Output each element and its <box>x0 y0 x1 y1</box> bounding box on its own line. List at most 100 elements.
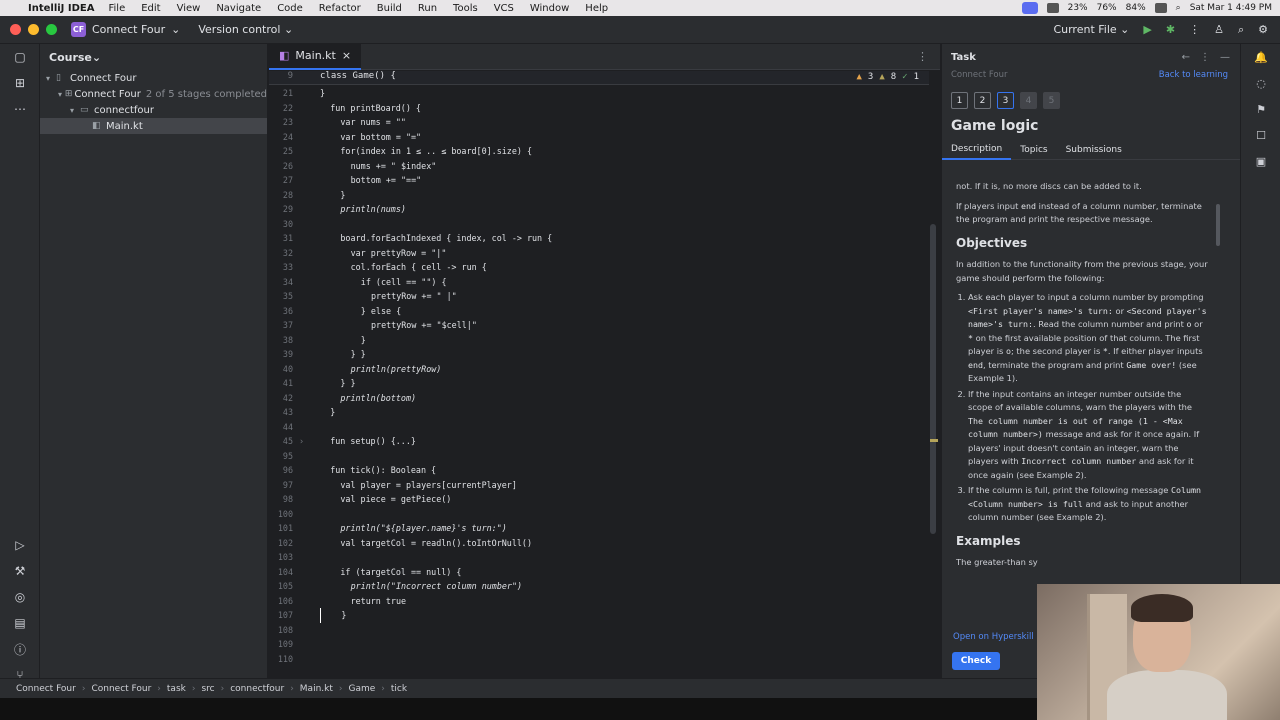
breadcrumb-item[interactable]: tick <box>391 684 407 694</box>
tab-description[interactable]: Description <box>942 140 1012 160</box>
code-line[interactable]: 109 <box>269 637 929 652</box>
code-line[interactable]: 98 val piece = getPiece() <box>269 492 929 507</box>
build-tool-icon[interactable]: ⚒ <box>0 558 40 584</box>
project-selector[interactable]: CF Connect Four ⌄ <box>71 22 180 37</box>
stage-1-button[interactable]: 1 <box>951 92 968 109</box>
more-icon[interactable]: ⋮ <box>1200 52 1210 63</box>
search-icon[interactable]: ⌕ <box>1176 3 1181 13</box>
breadcrumb-item[interactable]: task <box>167 684 186 694</box>
breadcrumb-item[interactable]: Connect Four <box>91 684 151 694</box>
search-everywhere-icon[interactable]: ⌕ <box>1238 23 1244 37</box>
code-line[interactable]: 100 <box>269 507 929 522</box>
code-line[interactable]: 45 fun setup() {...} › <box>269 434 929 449</box>
tree-item-package[interactable]: ▾ ▭ connectfour <box>40 102 267 118</box>
problems-icon[interactable]: ⓘ <box>0 636 40 662</box>
breadcrumb-item[interactable]: src <box>201 684 214 694</box>
code-line[interactable]: 36} else { <box>269 304 929 319</box>
code-line[interactable]: 103 <box>269 550 929 565</box>
tab-submissions[interactable]: Submissions <box>1057 140 1131 160</box>
menu-navigate[interactable]: Navigate <box>216 3 261 14</box>
code-line[interactable]: 21} <box>269 86 929 101</box>
menu-file[interactable]: File <box>108 3 125 14</box>
code-line[interactable]: 106 return true <box>269 594 929 609</box>
code-line[interactable]: 107} <box>269 608 929 623</box>
services-icon[interactable]: ◎ <box>0 584 40 610</box>
menu-tools[interactable]: Tools <box>453 3 478 14</box>
zoom-window-button[interactable] <box>46 24 57 35</box>
tab-main-kt[interactable]: ◧ Main.kt × <box>269 43 362 70</box>
code-line[interactable]: 30 <box>269 217 929 232</box>
code-line[interactable]: 102 val targetCol = readln().toIntOrNull(… <box>269 536 929 551</box>
code-line[interactable]: 24 var bottom = "=" <box>269 130 929 145</box>
code-line[interactable]: 22 fun printBoard() { <box>269 101 929 116</box>
code-line[interactable]: 42 println(bottom) <box>269 391 929 406</box>
code-line[interactable]: 27 bottom += "==" <box>269 173 929 188</box>
more-tabs-icon[interactable]: ⋮ <box>917 50 928 63</box>
structure-icon[interactable]: ⊞ <box>0 70 40 96</box>
minimize-icon[interactable]: — <box>1220 52 1230 63</box>
code-line[interactable]: 37 prettyRow += "$cell|" <box>269 318 929 333</box>
menu-code[interactable]: Code <box>277 3 303 14</box>
menu-window[interactable]: Window <box>530 3 569 14</box>
open-on-hyperskill-link[interactable]: Open on Hyperskill ↗ <box>953 632 1044 642</box>
run-icon[interactable]: ▶ <box>1143 23 1151 36</box>
breadcrumb-item[interactable]: Connect Four <box>16 684 76 694</box>
code-line[interactable]: 26 nums += " $index" <box>269 159 929 174</box>
status-icon[interactable] <box>1046 3 1059 13</box>
run-tool-icon[interactable]: ▷ <box>0 532 40 558</box>
code-line[interactable]: 28} <box>269 188 929 203</box>
settings-icon[interactable]: ⚙ <box>1258 23 1268 36</box>
stage-2-button[interactable]: 2 <box>974 92 991 109</box>
code-line[interactable]: 38} <box>269 333 929 348</box>
fold-expand-icon[interactable]: › <box>299 434 304 449</box>
back-arrow-icon[interactable]: ← <box>1182 52 1190 63</box>
run-config-selector[interactable]: Current File ⌄ <box>1053 23 1129 36</box>
menu-edit[interactable]: Edit <box>141 3 160 14</box>
code-line[interactable]: 33 col.forEach { cell -> run { <box>269 260 929 275</box>
stage-3-button[interactable]: 3 <box>997 92 1014 109</box>
code-line[interactable]: 95 <box>269 449 929 464</box>
code-line[interactable]: 44 <box>269 420 929 435</box>
code-line[interactable]: 110 <box>269 652 929 667</box>
debug-icon[interactable]: ✱ <box>1166 23 1175 36</box>
code-line[interactable]: 108 <box>269 623 929 638</box>
code-line[interactable]: 35 prettyRow += " |" <box>269 289 929 304</box>
menu-run[interactable]: Run <box>418 3 437 14</box>
code-lines[interactable]: 21} 22 fun printBoard() {23 var nums = "" 24… <box>269 86 929 666</box>
code-line[interactable]: 34 if (cell == "") { <box>269 275 929 290</box>
code-line[interactable]: 32 var prettyRow = "|" <box>269 246 929 261</box>
course-panel-header[interactable]: Course ⌄ <box>40 44 267 70</box>
project-view-icon[interactable]: ▢ <box>0 44 40 70</box>
vcs-selector[interactable]: Version control ⌄ <box>198 23 293 36</box>
code-line[interactable]: 41} } <box>269 376 929 391</box>
stage-4-button[interactable]: 4 <box>1020 92 1037 109</box>
terminal-icon[interactable]: ▤ <box>0 610 40 636</box>
code-line[interactable]: 31 board.forEachIndexed { index, col -> r… <box>269 231 929 246</box>
breadcrumb-item[interactable]: Main.kt <box>300 684 333 694</box>
description-scrollbar[interactable] <box>1216 204 1220 246</box>
menu-view[interactable]: View <box>177 3 201 14</box>
code-line[interactable]: 97 val player = players[currentPlayer] <box>269 478 929 493</box>
stage-5-button[interactable]: 5 <box>1043 92 1060 109</box>
chat-icon[interactable]: ☐ <box>1241 122 1280 148</box>
menu-refactor[interactable]: Refactor <box>319 3 361 14</box>
tree-item-course[interactable]: ▾ ▯ Connect Four <box>40 70 267 86</box>
back-to-learning-link[interactable]: Back to learning <box>1159 70 1228 80</box>
code-line[interactable]: 104 if (targetCol == null) { <box>269 565 929 580</box>
gradle-icon[interactable]: ⚑ <box>1241 96 1280 122</box>
tree-item-file[interactable]: ◧ Main.kt <box>40 118 267 134</box>
breadcrumb-item[interactable]: connectfour <box>230 684 284 694</box>
code-line[interactable]: 96 fun tick(): Boolean { <box>269 463 929 478</box>
account-icon[interactable]: ♙ <box>1214 23 1224 36</box>
code-line[interactable]: 39} } <box>269 347 929 362</box>
sticky-header-line[interactable]: 9 class Game() { ▲ 3 ▲ 8 ✓ 1 <box>269 71 929 85</box>
more-actions-icon[interactable]: ⋮ <box>1189 23 1200 36</box>
close-icon[interactable]: × <box>342 49 351 62</box>
menu-vcs[interactable]: VCS <box>494 3 514 14</box>
code-line[interactable]: 29 println(nums) <box>269 202 929 217</box>
warning-marker[interactable] <box>930 439 938 442</box>
code-line[interactable]: 105 println("Incorrect column number") <box>269 579 929 594</box>
close-window-button[interactable] <box>10 24 21 35</box>
code-line[interactable]: 101 println("${player.name}'s turn:") <box>269 521 929 536</box>
menu-help[interactable]: Help <box>585 3 608 14</box>
